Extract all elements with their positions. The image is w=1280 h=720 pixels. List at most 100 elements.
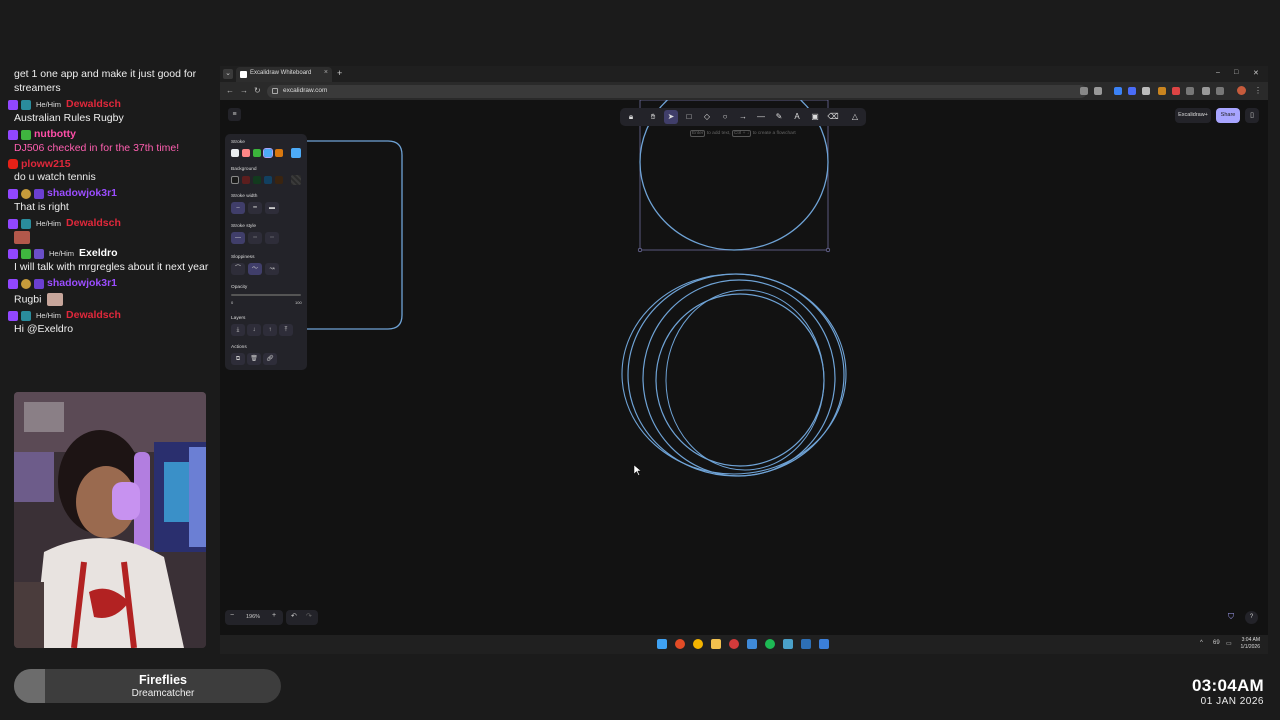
app-icon[interactable]	[747, 639, 757, 649]
excalidraw-plus-button[interactable]: Excalidraw+	[1175, 108, 1211, 123]
drawing-layer[interactable]	[220, 100, 1268, 654]
monitor-icon[interactable]: ▭	[1226, 640, 1232, 647]
start-icon[interactable]	[657, 639, 667, 649]
sloppiness-cartoonist-button[interactable]: ↝	[265, 263, 279, 275]
stroke-dashed-button[interactable]: ┄	[248, 232, 262, 244]
forward-icon[interactable]: →	[240, 86, 248, 95]
stroke-color-swatch[interactable]	[263, 148, 273, 158]
send-backward-button[interactable]: ↓	[247, 324, 261, 336]
current-background-color[interactable]	[291, 175, 301, 185]
stroke-thin-button[interactable]: –	[231, 202, 245, 214]
close-window-icon[interactable]: ✕	[1253, 69, 1259, 77]
extension-icon[interactable]	[1172, 87, 1180, 95]
background-color-swatch[interactable]	[253, 176, 261, 184]
bring-to-front-button[interactable]: ⤒	[279, 324, 293, 336]
send-to-back-button[interactable]: ⤓	[231, 324, 245, 336]
new-tab-icon[interactable]: +	[337, 68, 342, 78]
url-field[interactable]: excalidraw.com	[267, 85, 1087, 98]
stroke-dotted-button[interactable]: ┈	[265, 232, 279, 244]
extension-icon[interactable]	[1114, 87, 1122, 95]
background-color-swatch[interactable]	[275, 176, 283, 184]
library-sidebar-button[interactable]: ▯	[1245, 108, 1259, 123]
stroke-color-swatch[interactable]	[253, 149, 261, 157]
extension-icon[interactable]	[1158, 87, 1166, 95]
chrome-icon[interactable]	[693, 639, 703, 649]
current-stroke-color[interactable]	[291, 148, 301, 158]
arrow-tool-icon[interactable]: →	[736, 110, 750, 124]
hand-tool-icon[interactable]: ✋︎	[646, 110, 660, 124]
extensions-puzzle-icon[interactable]	[1202, 87, 1210, 95]
selection-tool-icon[interactable]: ➤	[664, 110, 678, 124]
stroke-solid-button[interactable]: —	[231, 232, 245, 244]
minimize-icon[interactable]: –	[1216, 69, 1220, 76]
tab-excalidraw[interactable]: Excalidraw Whiteboard ×	[236, 67, 332, 82]
undo-icon[interactable]: ↶	[291, 612, 297, 620]
profile-avatar[interactable]	[1237, 86, 1246, 95]
file-explorer-icon[interactable]	[711, 639, 721, 649]
install-app-icon[interactable]	[1080, 87, 1088, 95]
redo-icon[interactable]: ↷	[306, 612, 312, 620]
app-icon[interactable]	[729, 639, 739, 649]
extension-icon[interactable]	[1142, 87, 1150, 95]
app-icon[interactable]	[801, 639, 811, 649]
zoom-out-button[interactable]: −	[230, 612, 234, 619]
lock-icon[interactable]: 🔒︎	[624, 110, 638, 124]
more-tools-icon[interactable]: △	[848, 110, 862, 124]
app-icon[interactable]	[819, 639, 829, 649]
share-button[interactable]: Share	[1216, 108, 1240, 123]
stroke-color-swatch[interactable]	[242, 149, 250, 157]
tray-chevron-icon[interactable]: ^	[1200, 640, 1203, 646]
sloppiness-artist-button[interactable]: 〜	[248, 263, 262, 275]
shield-icon[interactable]: ⛉	[1228, 612, 1238, 623]
spotify-icon[interactable]	[765, 639, 775, 649]
extension-icon[interactable]	[1186, 87, 1194, 95]
ellipse-shape[interactable]	[642, 279, 836, 477]
sloppiness-architect-button[interactable]: ⌒	[231, 263, 245, 275]
bookmark-star-icon[interactable]	[1094, 87, 1102, 95]
main-menu-button[interactable]: ≡	[228, 108, 241, 121]
rectangle-tool-icon[interactable]: □	[682, 110, 696, 124]
maximize-icon[interactable]: □	[1234, 69, 1238, 76]
background-color-swatch[interactable]	[231, 176, 239, 184]
chat-username: Dewaldsch	[66, 309, 121, 322]
delete-icon[interactable]: 🗑︎	[247, 353, 261, 365]
background-color-swatch[interactable]	[264, 176, 272, 184]
duplicate-icon[interactable]: ⧉	[231, 353, 245, 365]
bring-forward-button[interactable]: ↑	[263, 324, 277, 336]
tab-close-icon[interactable]: ×	[324, 69, 328, 76]
browser-menu-icon[interactable]: ⋮	[1254, 86, 1262, 95]
back-icon[interactable]: ←	[226, 86, 234, 95]
browser-app-icon[interactable]	[675, 639, 685, 649]
excalidraw-canvas[interactable]: ≡ 🔒︎ ✋︎ ➤ □ ◇ ○ → — ✎ A ▣ ⌫ △ Enter to a…	[220, 100, 1268, 654]
hint-key-ctrl: Ctrl + ↓	[731, 130, 752, 137]
zoom-level[interactable]: 196%	[246, 614, 260, 620]
taskbar-clock[interactable]: 3:04 AM 1/1/2026	[1241, 637, 1260, 651]
diamond-tool-icon[interactable]: ◇	[700, 110, 714, 124]
app-icon[interactable]	[783, 639, 793, 649]
ellipse-shape[interactable]	[655, 293, 825, 467]
sidebar-icon[interactable]	[1216, 87, 1224, 95]
stroke-bold-button[interactable]: ━	[248, 202, 262, 214]
eraser-tool-icon[interactable]: ⌫	[826, 110, 840, 124]
text-tool-icon[interactable]: A	[790, 110, 804, 124]
link-icon[interactable]: 🔗︎	[263, 353, 277, 365]
help-icon[interactable]: ?	[1245, 611, 1258, 624]
stroke-color-swatch[interactable]	[275, 149, 283, 157]
selection-handle[interactable]	[825, 247, 831, 253]
stroke-color-swatch[interactable]	[231, 149, 239, 157]
image-tool-icon[interactable]: ▣	[808, 110, 822, 124]
ellipse-tool-icon[interactable]: ○	[718, 110, 732, 124]
opacity-slider[interactable]	[231, 294, 301, 296]
background-color-swatch[interactable]	[242, 176, 250, 184]
stroke-extra-bold-button[interactable]: ▬	[265, 202, 279, 214]
line-tool-icon[interactable]: —	[754, 110, 768, 124]
tab-search-icon[interactable]: ⌄	[223, 69, 233, 79]
site-info-icon[interactable]	[272, 88, 278, 94]
zoom-in-button[interactable]: +	[272, 612, 276, 619]
draw-tool-icon[interactable]: ✎	[772, 110, 786, 124]
ellipse-shape[interactable]	[665, 289, 825, 471]
selection-handle[interactable]	[637, 247, 643, 253]
layers-label: Layers	[231, 316, 246, 321]
extension-icon[interactable]	[1128, 87, 1136, 95]
reload-icon[interactable]: ↻	[254, 86, 261, 95]
